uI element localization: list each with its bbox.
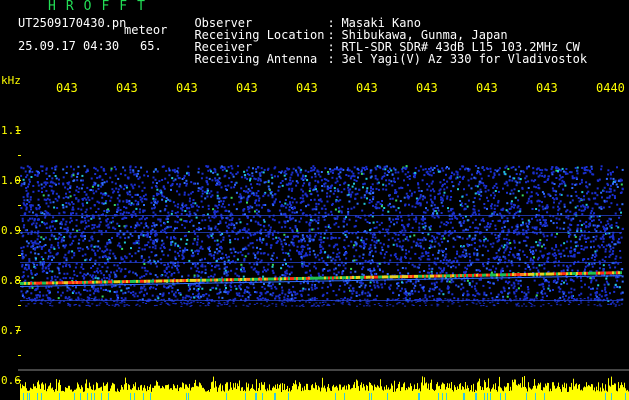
freq-tick-label: 1.1 [1,124,21,137]
freq-tick-label: 0.7 [1,324,21,337]
spectrogram-noise [20,165,624,307]
freq-tick-label: 0.9 [1,224,21,237]
axis-ticks [16,130,21,381]
amplitude-strip [20,376,629,400]
freq-tick-label: 0.8 [1,274,21,287]
spectrogram [16,130,629,400]
freq-tick-label: 1.0 [1,174,21,187]
freq-tick-label: 0.6 [1,374,21,387]
